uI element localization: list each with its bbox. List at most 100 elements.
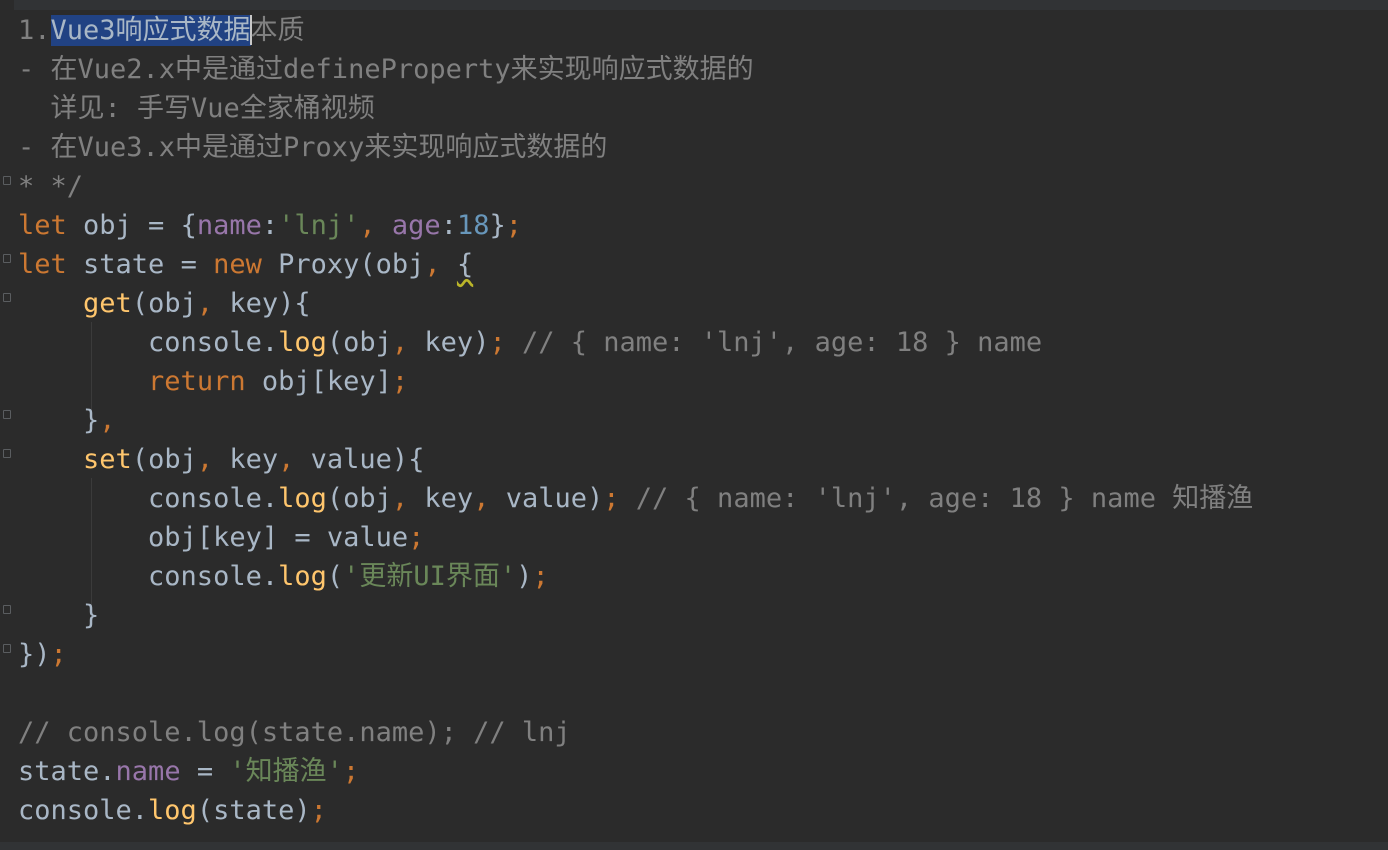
code-token: console. — [18, 327, 279, 358]
code-token: (obj — [131, 444, 197, 475]
code-token: let — [18, 210, 84, 241]
code-token: obj[key] — [261, 366, 392, 397]
code-token: , — [473, 483, 506, 514]
code-token: log — [148, 795, 197, 826]
code-token: log — [278, 561, 327, 592]
fold-marker-icon[interactable] — [1, 642, 11, 654]
code-token: } — [18, 405, 100, 436]
code-token: log — [278, 483, 327, 514]
code-token: , — [391, 327, 425, 358]
code-token: age — [391, 210, 441, 241]
code-token: // { name: 'lnj', age: 18 } name 知播渔 — [635, 483, 1254, 514]
code-token: '知播渔' — [229, 756, 343, 787]
fold-marker-icon[interactable] — [1, 252, 11, 264]
code-token: }) — [18, 639, 51, 670]
code-token: set — [83, 444, 132, 475]
code-line[interactable]: }); — [18, 635, 67, 674]
code-token: return — [148, 366, 262, 397]
code-token: key){ — [229, 288, 311, 319]
code-line[interactable]: obj[key] = value; — [18, 518, 424, 557]
code-token: obj = { — [83, 210, 197, 241]
fold-marker-icon[interactable] — [1, 291, 11, 303]
code-token: 本质 — [250, 15, 305, 46]
editor-top-edge — [0, 0, 1388, 10]
code-line[interactable]: let state = new Proxy(obj, { — [18, 245, 473, 284]
fold-marker-icon[interactable] — [1, 174, 11, 186]
code-token: console. — [18, 561, 279, 592]
fold-marker-icon[interactable] — [1, 408, 11, 420]
code-token: console. — [18, 483, 279, 514]
code-line[interactable]: console.log(state); — [18, 791, 327, 830]
fold-marker-icon[interactable] — [1, 603, 11, 615]
code-token: , — [99, 405, 116, 436]
code-line[interactable]: state.name = '知播渔'; — [18, 752, 359, 791]
code-token: new — [213, 249, 279, 280]
code-token: ; — [489, 327, 522, 358]
code-line[interactable]: * */ — [18, 167, 83, 206]
code-token: : — [261, 210, 279, 241]
code-line[interactable]: console.log(obj, key, value); // { name:… — [18, 479, 1253, 518]
code-token: = — [180, 756, 230, 787]
code-token: , — [196, 288, 230, 319]
code-token: } — [489, 210, 506, 241]
code-line[interactable]: }, — [18, 401, 116, 440]
code-token: ( — [326, 561, 344, 592]
code-line[interactable]: console.log(obj, key); // { name: 'lnj',… — [18, 323, 1042, 362]
code-token: ; — [391, 366, 409, 397]
code-token: log — [278, 327, 327, 358]
code-token: ) — [516, 561, 533, 592]
code-line[interactable]: return obj[key]; — [18, 362, 408, 401]
code-line[interactable]: console.log('更新UI界面'); — [18, 557, 549, 596]
code-token: console. — [18, 795, 149, 826]
code-line[interactable]: - 在Vue3.x中是通过Proxy来实现响应式数据的 — [18, 128, 607, 167]
code-line[interactable]: 详见: 手写Vue全家桶视频 — [18, 89, 375, 128]
code-line[interactable]: } — [18, 596, 99, 635]
selected-text: Vue3响应式数据 — [50, 15, 251, 46]
code-token: { — [456, 249, 474, 280]
code-line[interactable]: // console.log(state.name); // lnj — [18, 713, 571, 752]
code-line[interactable]: 1.Vue3响应式数据本质 — [18, 11, 305, 50]
code-token: value){ — [310, 444, 425, 475]
code-token: , — [424, 249, 457, 280]
code-line[interactable]: set(obj, key, value){ — [18, 440, 424, 479]
code-token: obj[key] = value — [18, 522, 409, 553]
code-token: Proxy(obj — [278, 249, 425, 280]
code-token: - 在Vue3.x中是通过Proxy来实现响应式数据的 — [18, 132, 608, 163]
code-token: ; — [603, 483, 636, 514]
code-token: } — [18, 600, 100, 631]
code-token: state. — [18, 756, 116, 787]
code-token: ; — [50, 639, 67, 670]
editor-bottom-edge — [0, 842, 1388, 850]
code-token: , — [278, 444, 311, 475]
code-line[interactable]: let obj = {name:'lnj', age:18}; — [18, 206, 522, 245]
code-token: 1. — [18, 15, 51, 46]
code-token: * */ — [18, 171, 84, 202]
code-token: // console.log(state.name); // lnj — [18, 717, 571, 748]
code-token: key — [424, 483, 474, 514]
editor-gutter — [0, 0, 14, 850]
code-line[interactable]: get(obj, key){ — [18, 284, 311, 323]
code-token: , — [391, 483, 425, 514]
code-token: : — [440, 210, 457, 241]
code-token: - 在Vue2.x中是通过defineProperty来实现响应式数据的 — [18, 54, 754, 85]
code-token: (obj — [326, 483, 392, 514]
code-token: ; — [342, 756, 360, 787]
code-token: get — [83, 288, 132, 319]
code-token: value) — [505, 483, 604, 514]
code-token: ; — [532, 561, 549, 592]
code-token: (obj — [326, 327, 392, 358]
code-token: key) — [424, 327, 490, 358]
code-token: (obj — [131, 288, 197, 319]
code-line[interactable]: - 在Vue2.x中是通过defineProperty来实现响应式数据的 — [18, 50, 754, 89]
code-token: 详见: 手写Vue全家桶视频 — [18, 93, 375, 124]
code-token: '更新UI界面' — [343, 561, 517, 592]
code-editor[interactable]: 1.Vue3响应式数据本质 - 在Vue2.x中是通过defineProperty… — [0, 0, 1388, 850]
code-token: ; — [408, 522, 425, 553]
code-token: // { name: 'lnj', age: 18 } name — [521, 327, 1043, 358]
fold-marker-icon[interactable] — [1, 447, 11, 459]
code-token: name — [115, 756, 181, 787]
code-token: let — [18, 249, 84, 280]
